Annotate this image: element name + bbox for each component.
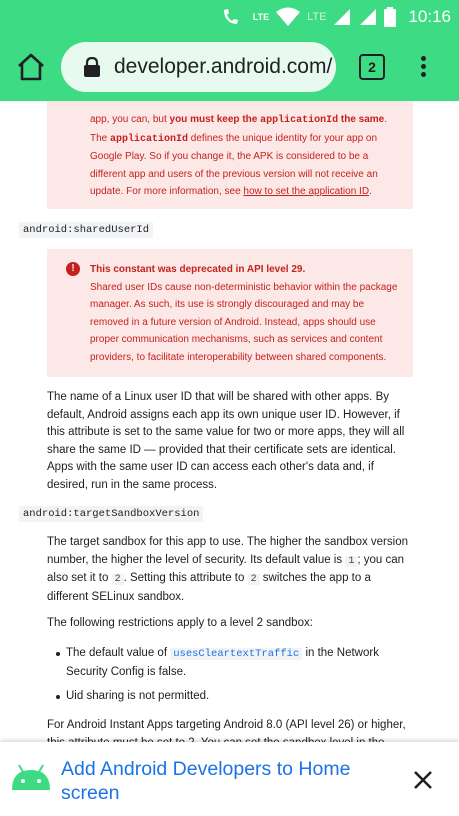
lock-icon [84,57,100,77]
url-bar[interactable]: developer.android.com/ [61,42,336,92]
shared-user-id-description: The name of a Linux user ID that will be… [47,391,405,491]
clock: 10:16 [408,6,451,26]
restrictions-intro: The following restrictions apply to a le… [47,617,313,629]
note-callout: app, you can, but you must keep the appl… [47,101,413,209]
home-icon[interactable] [16,52,46,82]
deprecation-title: This constant was deprecated in API leve… [90,264,306,275]
list-item: Uid sharing is not permitted. [56,688,411,706]
application-id-link[interactable]: how to set the application ID [243,186,369,197]
lte-label-2: LTE [307,10,327,23]
attr-target-sandbox-version: android:targetSandboxVersion [19,506,204,522]
add-to-home-banner[interactable]: Add Android Developers to Home screen [0,742,459,816]
close-icon[interactable] [412,769,434,791]
status-icons: LTE LTE 10:16 [221,0,451,33]
page-content: app, you can, but you must keep the appl… [0,101,459,742]
status-bar: LTE LTE 10:16 [0,0,459,33]
battery-icon [384,6,397,27]
attr-shared-user-id: android:sharedUserId [19,222,154,238]
signal-icon [334,8,351,25]
deprecation-callout: ! This constant was deprecated in API le… [47,249,413,377]
browser-toolbar: developer.android.com/ 2 [0,33,459,101]
deprecation-body: Shared user IDs cause non-deterministic … [90,281,398,363]
tab-switcher-button[interactable]: 2 [359,54,385,80]
list-item: The default value of usesCleartextTraffi… [56,645,411,681]
lte-label: LTE [252,11,270,22]
wifi-icon [276,7,301,26]
signal-icon-2 [360,8,377,25]
sandbox-description: The target sandbox for this app to use. … [47,536,408,603]
uses-cleartext-traffic-link[interactable]: usesCleartextTraffic [170,648,303,660]
url-text: developer.android.com/ [114,55,333,78]
add-to-home-text[interactable]: Add Android Developers to Home screen [61,757,381,805]
overflow-menu-icon[interactable] [413,53,433,81]
wifi-calling-icon [223,8,238,24]
note-text: app, you can, but you must keep the appl… [90,114,388,197]
android-robot-icon [12,764,50,790]
instant-apps-description: For Android Instant Apps targeting Andro… [47,719,406,742]
error-icon: ! [66,262,80,276]
